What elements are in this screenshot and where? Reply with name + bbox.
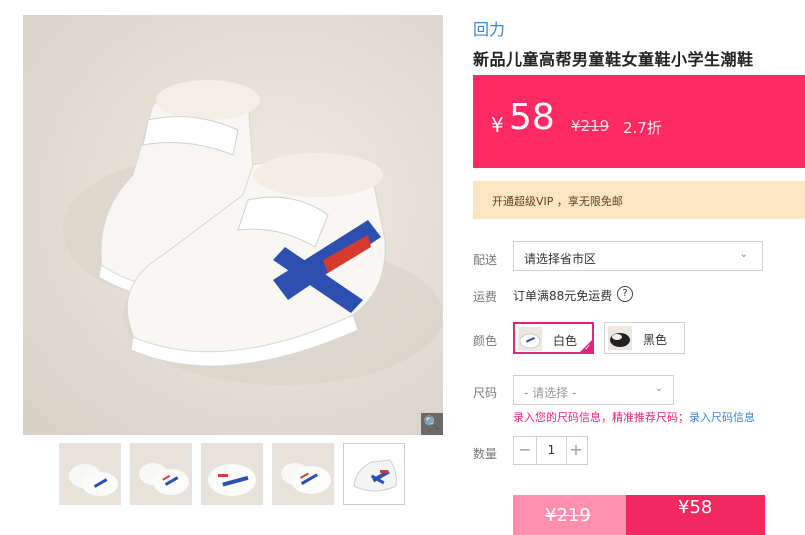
thumbnail-5[interactable]: [343, 443, 405, 505]
size-label: 尺码: [473, 386, 498, 400]
quantity-decrease-button[interactable]: −: [514, 437, 536, 464]
shoes-illustration: [63, 80, 443, 385]
size-hint-text: 录入您的尺码信息，精准推荐尺码；: [513, 411, 689, 424]
color-option-black[interactable]: 黑色: [604, 322, 685, 354]
product-main-image[interactable]: 🔍: [23, 15, 443, 435]
color-swatch-white: [518, 327, 542, 351]
thumbnail-4[interactable]: [272, 443, 334, 505]
magnifier-icon[interactable]: 🔍: [421, 413, 443, 435]
discount-rate: 2.7折: [623, 119, 662, 137]
vip-promo-text: 开通超级VIP ，享无限免邮: [492, 195, 623, 208]
thumbnail-3[interactable]: [201, 443, 263, 505]
buy-price-label: ¥58: [678, 497, 713, 518]
quantity-label: 数量: [473, 447, 498, 461]
brand-name[interactable]: 回力: [473, 16, 505, 40]
buy-now-button[interactable]: ¥58: [626, 495, 765, 535]
thumbnail-1[interactable]: [59, 443, 121, 505]
size-hint: 录入您的尺码信息，精准推荐尺码；录入尺码信息: [513, 409, 755, 425]
question-circle-icon[interactable]: ?: [617, 286, 633, 302]
color-label: 颜色: [473, 334, 498, 348]
color-option-white[interactable]: 白色 ✓: [513, 322, 594, 354]
thumbnail-image: [139, 463, 189, 495]
delivery-label: 配送: [473, 253, 498, 267]
quantity-stepper[interactable]: − 1 +: [513, 436, 588, 465]
chevron-down-icon: ⌄: [654, 383, 663, 394]
shipping-label: 运费: [473, 290, 498, 304]
check-icon: ✓: [584, 343, 591, 352]
size-select[interactable]: - 请选择 - ⌄: [513, 375, 674, 405]
vip-promo-bar[interactable]: 开通超级VIP ，享无限免邮: [473, 181, 805, 219]
price-panel: ¥ 58 ¥219 2.7折: [473, 75, 805, 168]
original-price-buy-button[interactable]: ¥219: [513, 495, 626, 535]
region-select-value: 请选择省市区: [524, 252, 597, 266]
size-select-placeholder: - 请选择 -: [524, 386, 577, 400]
quantity-input[interactable]: 1: [536, 437, 567, 464]
product-title: 新品儿童高帮男童鞋女童鞋小学生潮鞋: [473, 50, 754, 69]
color-option-label: 黑色: [643, 333, 668, 347]
currency-symbol: ¥: [491, 113, 504, 137]
chevron-down-icon: ⌄: [739, 249, 748, 260]
thumbnail-image: [69, 464, 118, 496]
quantity-increase-button[interactable]: +: [565, 437, 587, 464]
color-option-label: 白色: [553, 334, 578, 348]
region-select[interactable]: 请选择省市区 ⌄: [513, 241, 763, 271]
shipping-info: 订单满88元免运费: [513, 289, 613, 303]
color-swatch-black: [608, 326, 632, 350]
original-price-label: ¥219: [545, 505, 591, 526]
size-entry-link[interactable]: 录入尺码信息: [689, 411, 755, 424]
original-price: ¥219: [571, 117, 610, 135]
thumbnail-image: [353, 459, 397, 492]
current-price: 58: [509, 97, 555, 138]
thumbnail-image: [208, 464, 256, 496]
thumbnail-2[interactable]: [130, 443, 192, 505]
thumbnail-image: [281, 463, 331, 494]
